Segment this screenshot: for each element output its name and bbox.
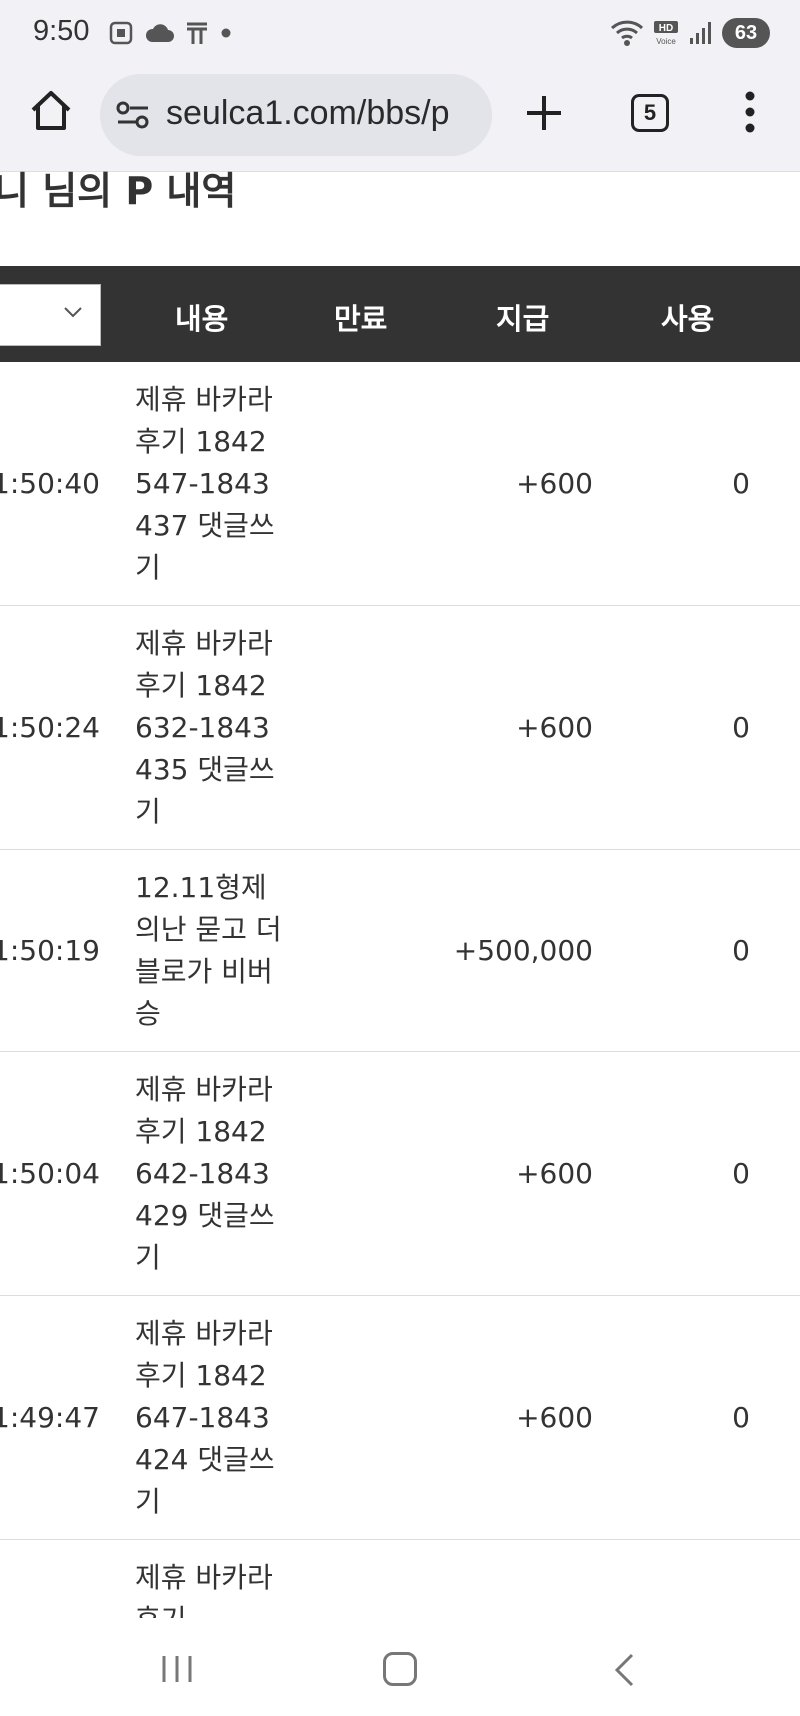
browser-toolbar: seulca1.com/bbs/p 5 (0, 66, 800, 172)
row-content: 제휴 바카라후기 1842632-1843435 댓글쓰기 (135, 627, 275, 828)
page-title: 니 님의 P 내역 (0, 169, 237, 213)
row-time: 21:50:40 (0, 467, 100, 500)
hd-voice-icon: HD Voice (654, 21, 678, 46)
address-bar[interactable]: seulca1.com/bbs/p (100, 74, 492, 156)
row-pay: +600 (516, 1401, 593, 1434)
header-used: 사용 (661, 302, 715, 336)
screenshot-icon (109, 21, 133, 45)
url-text: seulca1.com/bbs/p (166, 94, 450, 132)
home-nav-icon[interactable] (383, 1652, 417, 1686)
row-pay: +600 (516, 711, 593, 744)
table-row: 21:50:24 제휴 바카라후기 1842632-1843435 댓글쓰기 +… (0, 606, 800, 850)
row-pay: +500,000 (453, 934, 593, 967)
home-icon[interactable] (28, 88, 74, 134)
cloud-icon (145, 24, 174, 42)
recent-apps-icon[interactable] (160, 1654, 194, 1684)
status-icons-left (108, 20, 232, 46)
row-use: 0 (732, 467, 750, 500)
row-content: 12.11형제의난 묻고 더블로가 비버승 (135, 871, 282, 1030)
chevron-down-icon (64, 307, 82, 318)
table-row: 21:50:19 12.11형제의난 묻고 더블로가 비버승 +500,000 … (0, 850, 800, 1052)
row-use: 0 (732, 934, 750, 967)
row-content: 제휴 바카라후기 1842547-1843437 댓글쓰기 (135, 383, 275, 584)
row-time: 21:50:19 (0, 934, 100, 967)
row-use: 0 (732, 711, 750, 744)
table-row: 21:49:47 제휴 바카라후기 1842647-1843424 댓글쓰기 +… (0, 1296, 800, 1540)
signal-icon (690, 22, 711, 44)
wifi-icon (610, 20, 644, 46)
row-use: 0 (732, 1157, 750, 1190)
t-icon (187, 22, 207, 44)
header-content: 내용 (175, 302, 229, 336)
row-pay: +600 (516, 467, 593, 500)
svg-text:HD: HD (659, 23, 673, 34)
svg-text:Voice: Voice (656, 37, 676, 46)
row-content: 제휴 바카라후기 1842647-1843424 댓글쓰기 (135, 1317, 275, 1518)
row-time: 21:50:24 (0, 711, 100, 744)
back-icon[interactable] (612, 1652, 636, 1688)
tab-switcher-button[interactable]: 5 (631, 94, 669, 132)
status-icons-right: HD Voice 63 (610, 18, 770, 48)
status-time: 9:50 (33, 15, 90, 47)
plus-icon[interactable] (524, 93, 564, 133)
row-pay: +600 (516, 1157, 593, 1190)
row-content: 제휴 바카라후기 1842642-1843429 댓글쓰기 (135, 1073, 275, 1274)
row-time: 21:50:04 (0, 1157, 100, 1190)
table-header: 내용 만료 지급 사용 (0, 266, 800, 362)
date-filter-select[interactable] (0, 284, 101, 346)
site-settings-icon[interactable] (116, 100, 150, 130)
header-expiry: 만료 (334, 302, 388, 336)
row-use: 0 (732, 1401, 750, 1434)
system-nav-bar (0, 1618, 800, 1716)
table-row: 21:50:04 제휴 바카라후기 1842642-1843429 댓글쓰기 +… (0, 1052, 800, 1296)
header-paid: 지급 (496, 302, 550, 336)
table-row: 21:50:40 제휴 바카라후기 1842547-1843437 댓글쓰기 +… (0, 362, 800, 606)
dot-icon (221, 28, 231, 38)
row-time: 21:49:47 (0, 1401, 100, 1434)
status-bar: 9:50 HD Voice 63 (0, 0, 800, 66)
more-vert-icon[interactable] (740, 90, 760, 134)
battery-indicator: 63 (722, 18, 770, 48)
